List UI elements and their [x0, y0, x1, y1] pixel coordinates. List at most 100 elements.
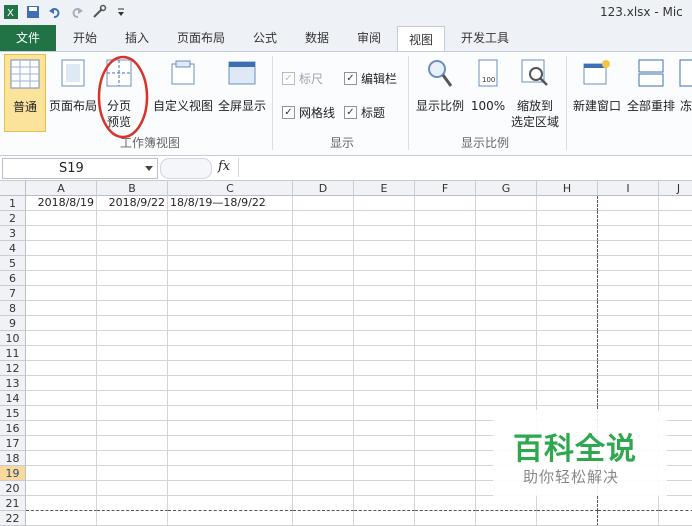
row-header[interactable]: 5: [0, 256, 26, 271]
cell-J4[interactable]: [659, 241, 692, 256]
cell-B21[interactable]: [97, 496, 168, 511]
cell-E4[interactable]: [354, 241, 415, 256]
gridlines-checkbox[interactable]: ✓ 网格线: [282, 104, 335, 121]
cell-C5[interactable]: [168, 256, 293, 271]
cell-H5[interactable]: [537, 256, 598, 271]
tab-insert[interactable]: 插入: [114, 25, 160, 51]
cell-C13[interactable]: [168, 376, 293, 391]
cell-F20[interactable]: [415, 481, 476, 496]
fx-icon[interactable]: fx: [218, 159, 230, 174]
cell-F5[interactable]: [415, 256, 476, 271]
cell-B7[interactable]: [97, 286, 168, 301]
cell-F7[interactable]: [415, 286, 476, 301]
cell-C15[interactable]: [168, 406, 293, 421]
cell-G2[interactable]: [476, 211, 537, 226]
cell-E12[interactable]: [354, 361, 415, 376]
column-header[interactable]: J: [659, 181, 692, 196]
cell-A4[interactable]: [26, 241, 97, 256]
cell-H8[interactable]: [537, 301, 598, 316]
new-window-button[interactable]: 新建窗口: [570, 58, 624, 114]
column-header[interactable]: B: [97, 181, 168, 196]
cell-A12[interactable]: [26, 361, 97, 376]
cell-G13[interactable]: [476, 376, 537, 391]
cell-J13[interactable]: [659, 376, 692, 391]
cell-J10[interactable]: [659, 331, 692, 346]
cell-I11[interactable]: [598, 346, 659, 361]
save-icon[interactable]: [24, 3, 42, 21]
cell-D7[interactable]: [293, 286, 354, 301]
cell-E6[interactable]: [354, 271, 415, 286]
column-header[interactable]: A: [26, 181, 97, 196]
cell-F3[interactable]: [415, 226, 476, 241]
cell-C3[interactable]: [168, 226, 293, 241]
cell-F21[interactable]: [415, 496, 476, 511]
cell-I2[interactable]: [598, 211, 659, 226]
row-header[interactable]: 6: [0, 271, 26, 286]
cell-H22[interactable]: [537, 511, 598, 526]
cell-C12[interactable]: [168, 361, 293, 376]
column-header[interactable]: E: [354, 181, 415, 196]
cell-B17[interactable]: [97, 436, 168, 451]
cell-I12[interactable]: [598, 361, 659, 376]
cell-F2[interactable]: [415, 211, 476, 226]
cell-I4[interactable]: [598, 241, 659, 256]
cell-J9[interactable]: [659, 316, 692, 331]
tab-data[interactable]: 数据: [294, 25, 340, 51]
cell-F1[interactable]: [415, 196, 476, 211]
cell-A7[interactable]: [26, 286, 97, 301]
cell-E10[interactable]: [354, 331, 415, 346]
cell-H9[interactable]: [537, 316, 598, 331]
cell-H11[interactable]: [537, 346, 598, 361]
cell-G10[interactable]: [476, 331, 537, 346]
cell-D16[interactable]: [293, 421, 354, 436]
select-all-corner[interactable]: [0, 181, 26, 196]
cell-B2[interactable]: [97, 211, 168, 226]
cell-E7[interactable]: [354, 286, 415, 301]
cell-C10[interactable]: [168, 331, 293, 346]
cell-D10[interactable]: [293, 331, 354, 346]
cell-B8[interactable]: [97, 301, 168, 316]
cell-B16[interactable]: [97, 421, 168, 436]
cell-F13[interactable]: [415, 376, 476, 391]
cell-J21[interactable]: [659, 496, 692, 511]
cell-J22[interactable]: [659, 511, 692, 526]
cell-C8[interactable]: [168, 301, 293, 316]
cell-A13[interactable]: [26, 376, 97, 391]
cell-J8[interactable]: [659, 301, 692, 316]
cell-D14[interactable]: [293, 391, 354, 406]
row-header[interactable]: 1: [0, 196, 26, 211]
formula-bar-checkbox[interactable]: ✓ 编辑栏: [344, 70, 397, 87]
cell-H21[interactable]: [537, 496, 598, 511]
cell-A8[interactable]: [26, 301, 97, 316]
row-header[interactable]: 10: [0, 331, 26, 346]
cell-D3[interactable]: [293, 226, 354, 241]
cell-F6[interactable]: [415, 271, 476, 286]
freeze-panes-button[interactable]: 冻: [677, 58, 692, 114]
row-header[interactable]: 22: [0, 511, 26, 526]
cell-F15[interactable]: [415, 406, 476, 421]
tab-review[interactable]: 审阅: [346, 25, 392, 51]
tab-page-layout[interactable]: 页面布局: [166, 25, 236, 51]
cell-G5[interactable]: [476, 256, 537, 271]
row-header[interactable]: 2: [0, 211, 26, 226]
cell-C7[interactable]: [168, 286, 293, 301]
cell-I13[interactable]: [598, 376, 659, 391]
cell-A5[interactable]: [26, 256, 97, 271]
cell-G11[interactable]: [476, 346, 537, 361]
cell-H14[interactable]: [537, 391, 598, 406]
cell-D21[interactable]: [293, 496, 354, 511]
cell-A17[interactable]: [26, 436, 97, 451]
cell-H1[interactable]: [537, 196, 598, 211]
cell-E22[interactable]: [354, 511, 415, 526]
cell-D2[interactable]: [293, 211, 354, 226]
cell-C9[interactable]: [168, 316, 293, 331]
cell-I9[interactable]: [598, 316, 659, 331]
row-header[interactable]: 21: [0, 496, 26, 511]
cell-J12[interactable]: [659, 361, 692, 376]
cell-G4[interactable]: [476, 241, 537, 256]
tab-developer[interactable]: 开发工具: [452, 25, 518, 51]
cell-G6[interactable]: [476, 271, 537, 286]
customize-icon[interactable]: [112, 3, 130, 21]
cell-A6[interactable]: [26, 271, 97, 286]
cell-F11[interactable]: [415, 346, 476, 361]
